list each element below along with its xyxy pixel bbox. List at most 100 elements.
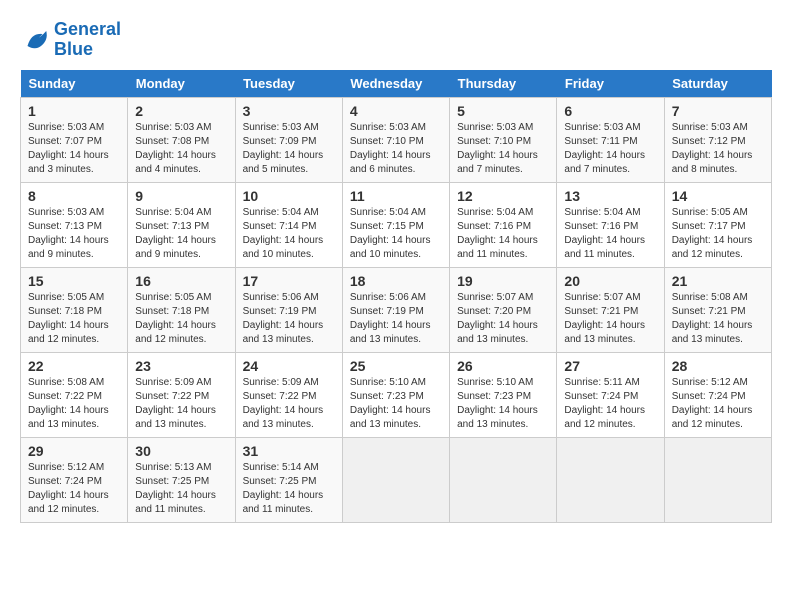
day-info: Sunrise: 5:07 AM Sunset: 7:21 PM Dayligh… bbox=[564, 291, 656, 347]
day-number: 13 bbox=[564, 188, 656, 204]
day-number: 11 bbox=[350, 188, 442, 204]
day-number: 26 bbox=[457, 358, 549, 374]
day-number: 22 bbox=[28, 358, 120, 374]
header-cell-saturday: Saturday bbox=[664, 70, 771, 98]
day-number: 23 bbox=[135, 358, 227, 374]
day-number: 7 bbox=[672, 103, 764, 119]
day-cell: 6 Sunrise: 5:03 AM Sunset: 7:11 PM Dayli… bbox=[557, 97, 664, 182]
header-cell-sunday: Sunday bbox=[21, 70, 128, 98]
day-cell: 26 Sunrise: 5:10 AM Sunset: 7:23 PM Dayl… bbox=[450, 352, 557, 437]
week-row: 29 Sunrise: 5:12 AM Sunset: 7:24 PM Dayl… bbox=[21, 437, 772, 522]
day-number: 14 bbox=[672, 188, 764, 204]
day-cell: 19 Sunrise: 5:07 AM Sunset: 7:20 PM Dayl… bbox=[450, 267, 557, 352]
day-number: 3 bbox=[243, 103, 335, 119]
day-number: 21 bbox=[672, 273, 764, 289]
day-info: Sunrise: 5:10 AM Sunset: 7:23 PM Dayligh… bbox=[457, 376, 549, 432]
day-info: Sunrise: 5:12 AM Sunset: 7:24 PM Dayligh… bbox=[28, 461, 120, 517]
week-row: 1 Sunrise: 5:03 AM Sunset: 7:07 PM Dayli… bbox=[21, 97, 772, 182]
week-row: 8 Sunrise: 5:03 AM Sunset: 7:13 PM Dayli… bbox=[21, 182, 772, 267]
day-number: 5 bbox=[457, 103, 549, 119]
day-cell: 11 Sunrise: 5:04 AM Sunset: 7:15 PM Dayl… bbox=[342, 182, 449, 267]
day-number: 27 bbox=[564, 358, 656, 374]
day-number: 15 bbox=[28, 273, 120, 289]
day-number: 31 bbox=[243, 443, 335, 459]
day-info: Sunrise: 5:03 AM Sunset: 7:12 PM Dayligh… bbox=[672, 121, 764, 177]
week-row: 15 Sunrise: 5:05 AM Sunset: 7:18 PM Dayl… bbox=[21, 267, 772, 352]
day-info: Sunrise: 5:05 AM Sunset: 7:18 PM Dayligh… bbox=[28, 291, 120, 347]
day-number: 2 bbox=[135, 103, 227, 119]
day-info: Sunrise: 5:13 AM Sunset: 7:25 PM Dayligh… bbox=[135, 461, 227, 517]
day-info: Sunrise: 5:11 AM Sunset: 7:24 PM Dayligh… bbox=[564, 376, 656, 432]
week-row: 22 Sunrise: 5:08 AM Sunset: 7:22 PM Dayl… bbox=[21, 352, 772, 437]
header-cell-friday: Friday bbox=[557, 70, 664, 98]
day-cell: 31 Sunrise: 5:14 AM Sunset: 7:25 PM Dayl… bbox=[235, 437, 342, 522]
logo: General Blue bbox=[20, 20, 121, 60]
day-info: Sunrise: 5:03 AM Sunset: 7:09 PM Dayligh… bbox=[243, 121, 335, 177]
day-info: Sunrise: 5:09 AM Sunset: 7:22 PM Dayligh… bbox=[243, 376, 335, 432]
day-cell: 29 Sunrise: 5:12 AM Sunset: 7:24 PM Dayl… bbox=[21, 437, 128, 522]
logo-text: General Blue bbox=[54, 20, 121, 60]
day-info: Sunrise: 5:08 AM Sunset: 7:21 PM Dayligh… bbox=[672, 291, 764, 347]
day-number: 18 bbox=[350, 273, 442, 289]
day-cell: 22 Sunrise: 5:08 AM Sunset: 7:22 PM Dayl… bbox=[21, 352, 128, 437]
logo-icon bbox=[20, 25, 50, 55]
day-info: Sunrise: 5:06 AM Sunset: 7:19 PM Dayligh… bbox=[243, 291, 335, 347]
day-info: Sunrise: 5:04 AM Sunset: 7:15 PM Dayligh… bbox=[350, 206, 442, 262]
header-cell-monday: Monday bbox=[128, 70, 235, 98]
day-info: Sunrise: 5:03 AM Sunset: 7:10 PM Dayligh… bbox=[350, 121, 442, 177]
day-info: Sunrise: 5:03 AM Sunset: 7:07 PM Dayligh… bbox=[28, 121, 120, 177]
day-info: Sunrise: 5:12 AM Sunset: 7:24 PM Dayligh… bbox=[672, 376, 764, 432]
day-number: 25 bbox=[350, 358, 442, 374]
header-row: SundayMondayTuesdayWednesdayThursdayFrid… bbox=[21, 70, 772, 98]
day-info: Sunrise: 5:03 AM Sunset: 7:08 PM Dayligh… bbox=[135, 121, 227, 177]
day-cell bbox=[342, 437, 449, 522]
day-cell: 17 Sunrise: 5:06 AM Sunset: 7:19 PM Dayl… bbox=[235, 267, 342, 352]
day-number: 12 bbox=[457, 188, 549, 204]
day-number: 29 bbox=[28, 443, 120, 459]
day-info: Sunrise: 5:03 AM Sunset: 7:10 PM Dayligh… bbox=[457, 121, 549, 177]
day-cell: 18 Sunrise: 5:06 AM Sunset: 7:19 PM Dayl… bbox=[342, 267, 449, 352]
day-number: 1 bbox=[28, 103, 120, 119]
day-info: Sunrise: 5:04 AM Sunset: 7:16 PM Dayligh… bbox=[457, 206, 549, 262]
day-info: Sunrise: 5:07 AM Sunset: 7:20 PM Dayligh… bbox=[457, 291, 549, 347]
day-cell: 5 Sunrise: 5:03 AM Sunset: 7:10 PM Dayli… bbox=[450, 97, 557, 182]
day-number: 30 bbox=[135, 443, 227, 459]
day-cell: 13 Sunrise: 5:04 AM Sunset: 7:16 PM Dayl… bbox=[557, 182, 664, 267]
day-cell: 10 Sunrise: 5:04 AM Sunset: 7:14 PM Dayl… bbox=[235, 182, 342, 267]
day-cell: 8 Sunrise: 5:03 AM Sunset: 7:13 PM Dayli… bbox=[21, 182, 128, 267]
day-number: 8 bbox=[28, 188, 120, 204]
day-cell bbox=[557, 437, 664, 522]
day-info: Sunrise: 5:04 AM Sunset: 7:13 PM Dayligh… bbox=[135, 206, 227, 262]
day-cell: 9 Sunrise: 5:04 AM Sunset: 7:13 PM Dayli… bbox=[128, 182, 235, 267]
day-info: Sunrise: 5:03 AM Sunset: 7:11 PM Dayligh… bbox=[564, 121, 656, 177]
day-cell bbox=[664, 437, 771, 522]
day-info: Sunrise: 5:05 AM Sunset: 7:18 PM Dayligh… bbox=[135, 291, 227, 347]
day-cell: 20 Sunrise: 5:07 AM Sunset: 7:21 PM Dayl… bbox=[557, 267, 664, 352]
day-cell: 1 Sunrise: 5:03 AM Sunset: 7:07 PM Dayli… bbox=[21, 97, 128, 182]
day-number: 17 bbox=[243, 273, 335, 289]
page-header: General Blue bbox=[20, 20, 772, 60]
day-cell: 24 Sunrise: 5:09 AM Sunset: 7:22 PM Dayl… bbox=[235, 352, 342, 437]
day-cell: 3 Sunrise: 5:03 AM Sunset: 7:09 PM Dayli… bbox=[235, 97, 342, 182]
day-cell bbox=[450, 437, 557, 522]
day-cell: 14 Sunrise: 5:05 AM Sunset: 7:17 PM Dayl… bbox=[664, 182, 771, 267]
header-cell-tuesday: Tuesday bbox=[235, 70, 342, 98]
day-number: 28 bbox=[672, 358, 764, 374]
day-info: Sunrise: 5:04 AM Sunset: 7:14 PM Dayligh… bbox=[243, 206, 335, 262]
day-cell: 7 Sunrise: 5:03 AM Sunset: 7:12 PM Dayli… bbox=[664, 97, 771, 182]
header-cell-wednesday: Wednesday bbox=[342, 70, 449, 98]
day-cell: 2 Sunrise: 5:03 AM Sunset: 7:08 PM Dayli… bbox=[128, 97, 235, 182]
day-cell: 16 Sunrise: 5:05 AM Sunset: 7:18 PM Dayl… bbox=[128, 267, 235, 352]
day-info: Sunrise: 5:04 AM Sunset: 7:16 PM Dayligh… bbox=[564, 206, 656, 262]
day-number: 19 bbox=[457, 273, 549, 289]
day-number: 16 bbox=[135, 273, 227, 289]
day-number: 6 bbox=[564, 103, 656, 119]
day-cell: 28 Sunrise: 5:12 AM Sunset: 7:24 PM Dayl… bbox=[664, 352, 771, 437]
day-cell: 21 Sunrise: 5:08 AM Sunset: 7:21 PM Dayl… bbox=[664, 267, 771, 352]
day-number: 4 bbox=[350, 103, 442, 119]
day-number: 10 bbox=[243, 188, 335, 204]
calendar-body: 1 Sunrise: 5:03 AM Sunset: 7:07 PM Dayli… bbox=[21, 97, 772, 522]
day-info: Sunrise: 5:09 AM Sunset: 7:22 PM Dayligh… bbox=[135, 376, 227, 432]
day-number: 20 bbox=[564, 273, 656, 289]
day-cell: 25 Sunrise: 5:10 AM Sunset: 7:23 PM Dayl… bbox=[342, 352, 449, 437]
